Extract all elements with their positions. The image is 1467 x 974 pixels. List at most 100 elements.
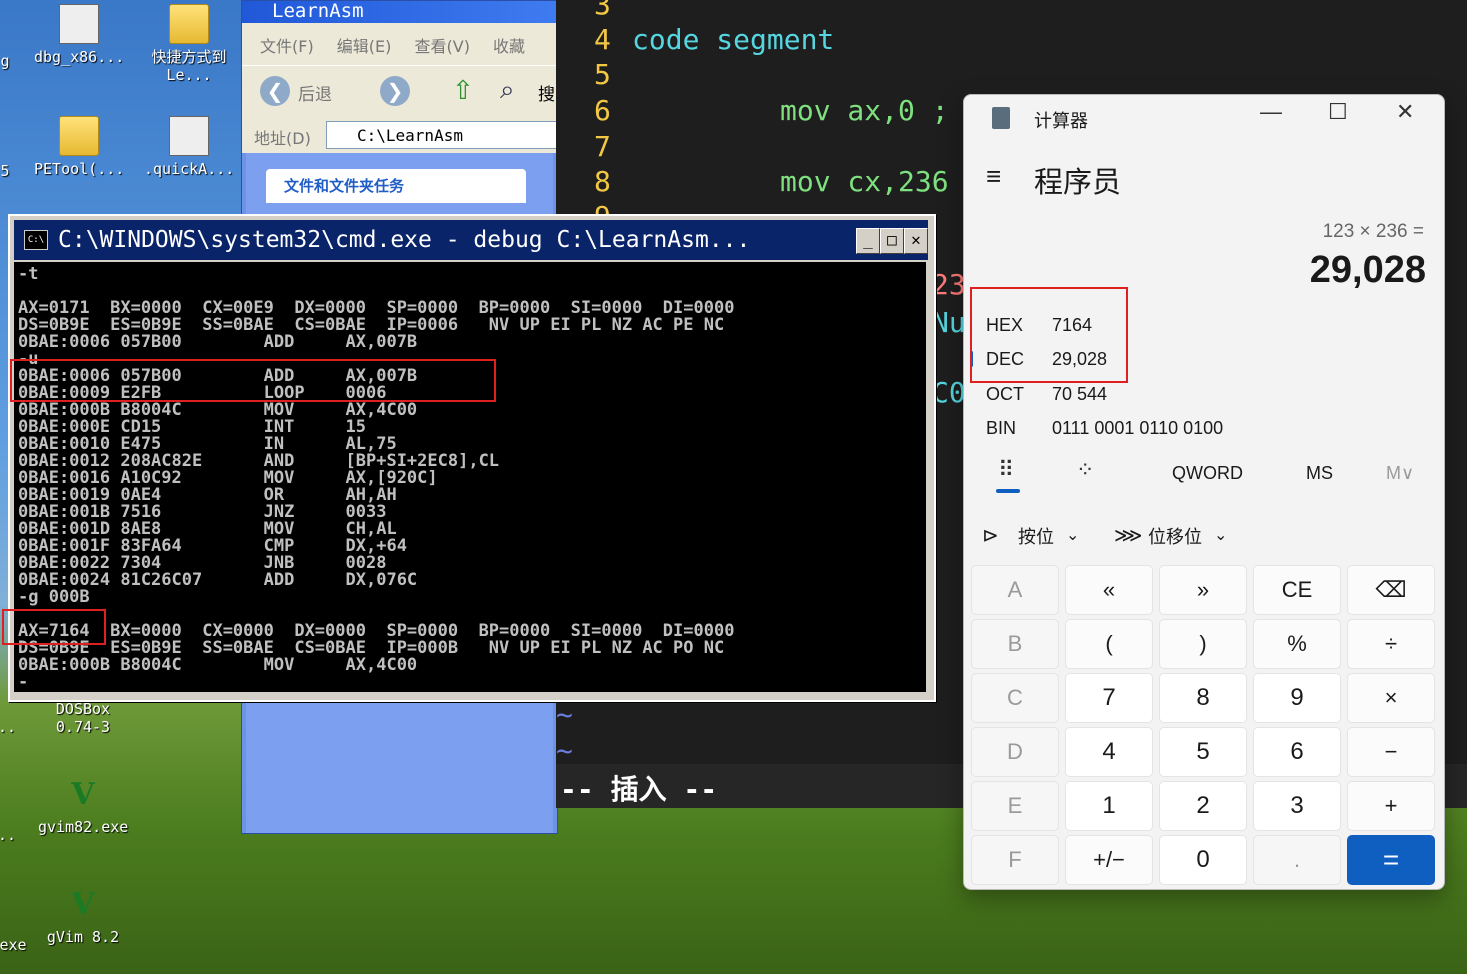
open-paren-button[interactable]: ( (1065, 619, 1153, 669)
key-a[interactable]: A (971, 565, 1059, 615)
menu-file[interactable]: 文件(F) (260, 33, 314, 57)
negate-button[interactable]: +/− (1065, 835, 1153, 885)
task-header-label: 文件和文件夹任务 (284, 177, 405, 195)
key-c[interactable]: C (971, 673, 1059, 723)
edge-label: .. (0, 826, 17, 844)
vim-icon: V (71, 887, 95, 922)
memory-store-button[interactable]: MS (1306, 463, 1333, 484)
decimal-button[interactable]: . (1253, 835, 1341, 885)
backspace-button[interactable]: ⌫ (1347, 565, 1435, 615)
edge-label: 5 (0, 162, 10, 180)
key-f[interactable]: F (971, 835, 1059, 885)
digit-7-button[interactable]: 7 (1065, 673, 1153, 723)
file-folder-tasks-header[interactable]: 文件和文件夹任务 (266, 169, 526, 203)
cmd-title: C:\WINDOWS\system32\cmd.exe - debug C:\L… (58, 227, 751, 253)
digit-8-button[interactable]: 8 (1159, 673, 1247, 723)
digit-3-button[interactable]: 3 (1253, 781, 1341, 831)
keypad-selected-indicator (996, 489, 1020, 493)
cmd-window: C:\ C:\WINDOWS\system32\cmd.exe - debug … (2, 214, 936, 702)
desktop-icon-learnasm-shortcut[interactable]: 快捷方式到 Le... (144, 4, 234, 84)
up-folder-icon[interactable]: ⇧ (452, 76, 480, 106)
divide-button[interactable]: ÷ (1347, 619, 1435, 669)
desktop-icon-label: DOSBox 0.74-3 (55, 700, 111, 736)
expression-display: 123 × 236 = (1322, 221, 1424, 242)
bitwise-dropdown[interactable]: 按位 (1018, 523, 1054, 549)
digit-0-button[interactable]: 0 (1159, 835, 1247, 885)
search-button-label[interactable]: 搜 (538, 80, 555, 105)
radix-value: 0111 0001 0110 0100 (1052, 418, 1224, 438)
word-size-button[interactable]: QWORD (1172, 463, 1243, 484)
chevron-down-icon: ⌄ (1066, 527, 1080, 544)
console-line: - (18, 672, 29, 692)
percent-button[interactable]: % (1253, 619, 1341, 669)
minimize-button[interactable]: _ (856, 228, 880, 254)
minimize-icon[interactable]: — (1260, 99, 1282, 125)
back-button-label[interactable]: 后退 (298, 80, 332, 105)
highlight-box-hex-dec (970, 287, 1128, 383)
address-input[interactable]: C:\LearnAsm (326, 121, 557, 149)
highlight-box-ax (2, 609, 106, 645)
address-bar: 地址(D) C:\LearnAsm (242, 117, 557, 153)
key-b[interactable]: B (971, 619, 1059, 669)
edge-label: .. (0, 718, 17, 736)
key-d[interactable]: D (971, 727, 1059, 777)
close-button[interactable]: ✕ (904, 228, 928, 254)
bit-toggle-keypad-icon[interactable]: ⁘ (1076, 457, 1094, 483)
code-line: mov cx,236 (780, 165, 949, 198)
cmd-console[interactable]: -t AX=0171 BX=0000 CX=00E9 DX=0000 SP=000… (14, 262, 926, 692)
line-number: 7 (594, 130, 611, 163)
calculator-window: 计算器 — ☐ ✕ ≡ 程序员 123 × 236 = 29,028 HEX 71… (963, 94, 1445, 890)
equals-button[interactable]: = (1347, 835, 1435, 885)
radix-oct[interactable]: OCT 70 544 (986, 384, 1107, 405)
desktop-icon-quicka[interactable]: .quickA... (144, 116, 234, 178)
insert-mode-indicator: -- 插入 -- (560, 773, 718, 806)
bitshift-dropdown[interactable]: 位移位 (1148, 523, 1202, 549)
digit-4-button[interactable]: 4 (1065, 727, 1153, 777)
line-number: 5 (594, 58, 611, 91)
line-number: 8 (594, 165, 611, 198)
search-icon[interactable]: ⌕ (500, 74, 530, 106)
cmd-titlebar[interactable]: C:\ C:\WINDOWS\system32\cmd.exe - debug … (14, 220, 928, 260)
digit-9-button[interactable]: 9 (1253, 673, 1341, 723)
desktop-icon-label: .quickA... (144, 160, 235, 178)
folder-icon (169, 4, 209, 44)
close-paren-button[interactable]: ) (1159, 619, 1247, 669)
key-e[interactable]: E (971, 781, 1059, 831)
maximize-icon[interactable]: ☐ (1328, 99, 1348, 125)
address-label: 地址(D) (254, 129, 311, 148)
clear-entry-button[interactable]: CE (1253, 565, 1341, 615)
edge-label: exe (0, 936, 27, 954)
full-keypad-icon[interactable]: ⠿ (998, 457, 1014, 483)
close-icon[interactable]: ✕ (1396, 99, 1414, 125)
desktop-icon-label: 快捷方式到 Le... (151, 48, 227, 84)
menu-edit[interactable]: 编辑(E) (337, 33, 392, 57)
digit-5-button[interactable]: 5 (1159, 727, 1247, 777)
menu-view[interactable]: 查看(V) (415, 33, 470, 57)
back-arrow-icon[interactable]: ❮ (260, 76, 290, 106)
quicka-app-icon (169, 116, 209, 156)
calculator-title: 计算器 (1034, 111, 1088, 131)
highlight-box-loop (10, 359, 496, 402)
explorer-menubar: 文件(F) 编辑(E) 查看(V) 收藏 (242, 23, 557, 65)
digit-2-button[interactable]: 2 (1159, 781, 1247, 831)
menu-favorites[interactable]: 收藏 (493, 33, 525, 57)
subtract-button[interactable]: − (1347, 727, 1435, 777)
line-number: 4 (594, 23, 611, 56)
cmd-app-icon: C:\ (24, 230, 48, 250)
right-shift-button[interactable]: » (1159, 565, 1247, 615)
digit-1-button[interactable]: 1 (1065, 781, 1153, 831)
folder-icon (59, 116, 99, 156)
code-line: mov ax,0 ; (780, 94, 949, 127)
left-shift-button[interactable]: « (1065, 565, 1153, 615)
memory-view-button[interactable]: M∨ (1386, 463, 1414, 484)
add-button[interactable]: + (1347, 781, 1435, 831)
digit-6-button[interactable]: 6 (1253, 727, 1341, 777)
forward-arrow-icon[interactable]: ❯ (380, 76, 410, 106)
tilde-line: ~ (556, 698, 573, 731)
maximize-button[interactable]: □ (880, 228, 904, 254)
multiply-button[interactable]: × (1347, 673, 1435, 723)
tilde-line: ~ (556, 734, 573, 767)
radix-bin[interactable]: BIN 0111 0001 0110 0100 (986, 418, 1223, 439)
result-display: 29,028 (1309, 249, 1426, 291)
hamburger-menu-icon[interactable]: ≡ (986, 161, 1001, 192)
